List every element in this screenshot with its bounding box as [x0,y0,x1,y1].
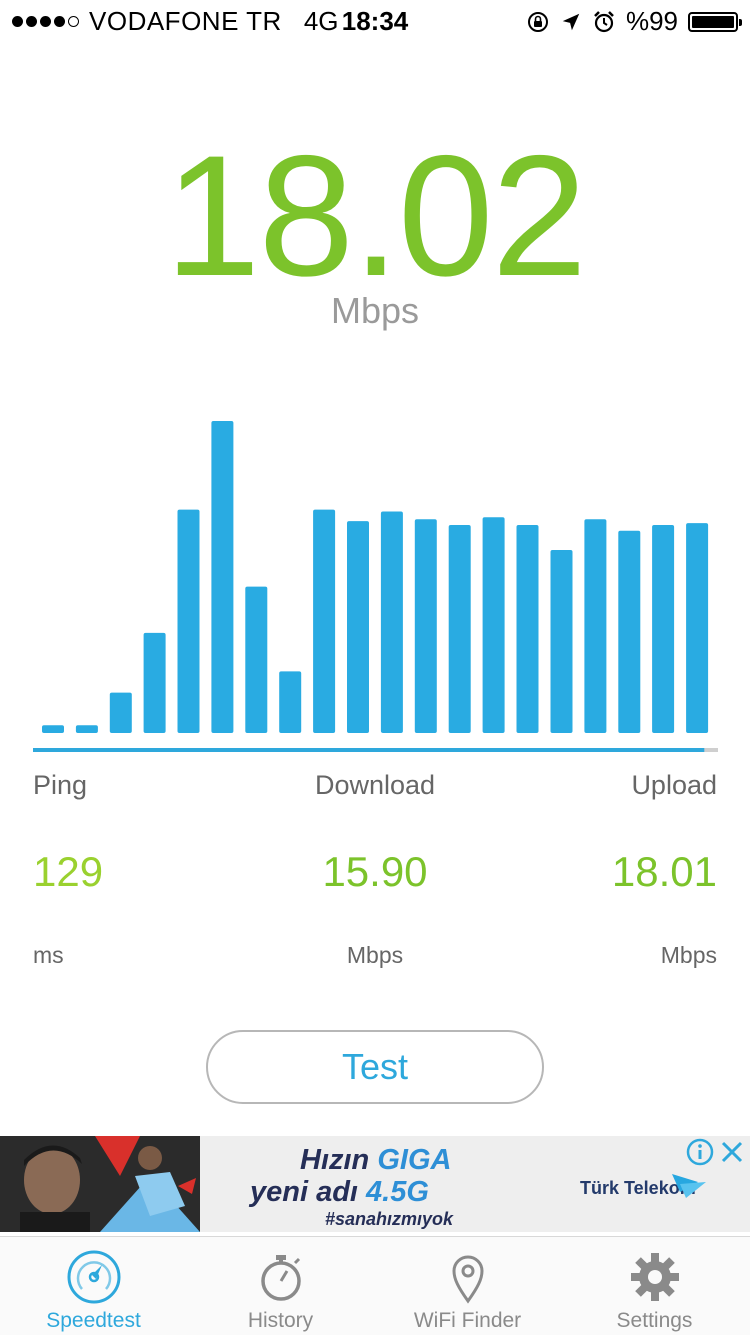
ad-close-icon[interactable] [718,1138,746,1166]
speedometer-icon [67,1250,120,1304]
ad-banner[interactable]: Hızın GIGA yeni adı 4.5G #sanahızmıyok T… [0,1136,750,1232]
download-unit: Mbps [346,942,404,968]
ad-brand-logo: Türk Telekom [580,1174,706,1199]
chart-bar [109,692,132,733]
test-button[interactable]: Test [206,1030,544,1104]
tab-label: History [247,1309,314,1332]
network-type: 4G [303,6,339,36]
chart-bar [245,586,268,733]
chart-bar [686,523,709,733]
stopwatch-icon [260,1255,301,1301]
ad-headline-2: yeni adı 4.5G [250,1176,429,1208]
tab-label: Speedtest [46,1309,141,1332]
speed-chart [33,421,718,752]
tab-speedtest[interactable]: Speedtest [0,1237,187,1335]
chart-bar [42,725,64,733]
rotation-lock-icon [527,11,548,32]
ad-hashtag: #sanahızmıyok [325,1209,454,1229]
chart-bar [652,525,675,733]
ad-info-icon[interactable] [686,1138,714,1166]
battery-percentage: %99 [625,6,678,36]
chart-bar [584,519,607,733]
tab-label: Settings [616,1309,693,1332]
current-speed-unit: Mbps [330,290,420,331]
chart-bar [482,517,505,733]
upload-unit: Mbps [660,942,717,968]
tab-wifi-finder[interactable]: WiFi Finder [374,1237,561,1335]
tab-settings[interactable]: Settings [561,1237,748,1335]
chart-bar [313,509,336,733]
current-speed-value: 18.02 [164,120,587,312]
alarm-clock-icon [594,10,614,32]
ad-photo-image [0,1136,200,1232]
carrier-name: VODAFONE TR [89,6,282,36]
chart-bar [177,509,200,733]
upload-value: 18.01 [611,848,717,895]
location-arrow-icon [562,13,580,30]
upload-label: Upload [631,770,717,800]
chart-bar [279,671,302,733]
chart-bar [618,530,641,733]
chart-bar [347,521,369,733]
chart-bar [211,421,234,733]
battery-icon [688,11,742,32]
chart-bar [516,525,539,733]
tab-label: WiFi Finder [413,1309,522,1332]
signal-strength-icon [12,16,79,27]
status-left: VODAFONE TR 4G [12,6,339,37]
chart-bar [143,632,166,733]
progress-fill [33,748,705,752]
chart-bar [414,519,437,733]
ad-headline-1: Hızın GIGA [300,1144,452,1176]
chart-bar [550,550,573,733]
chart-bar [448,525,471,733]
location-pin-icon [451,1255,484,1304]
status-bar: VODAFONE TR 4G 18:34 %99 [0,0,750,40]
gear-icon [630,1253,679,1301]
status-right: %99 [526,6,742,37]
tab-bar: Speedtest History WiFi Finder Settings [0,1236,750,1335]
chart-bar [380,511,403,733]
chart-bar [75,725,98,733]
tab-history[interactable]: History [187,1237,374,1335]
